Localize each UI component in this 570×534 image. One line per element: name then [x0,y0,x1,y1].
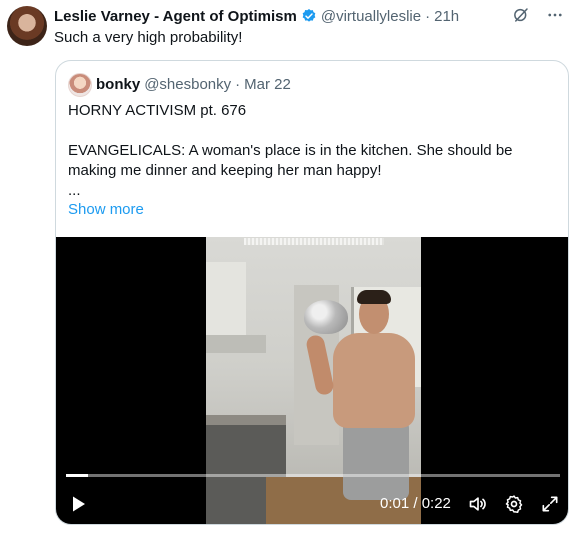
quoted-line: HORNY ACTIVISM pt. 676 [68,102,247,119]
volume-icon[interactable] [468,494,488,514]
quoted-ellipsis: ... [68,182,81,199]
grok-icon[interactable] [512,6,530,24]
settings-gear-icon[interactable] [504,494,524,514]
quoted-author-handle[interactable]: @shesbonky [144,76,231,93]
fullscreen-icon[interactable] [540,494,560,514]
quoted-line: EVANGELICALS: A woman's place is in the … [68,142,513,159]
play-icon[interactable] [68,494,88,514]
more-icon[interactable] [546,6,564,24]
video-player[interactable]: 0:01 / 0:22 [56,237,568,524]
quoted-header: bonky @shesbonky · Mar 22 [96,74,291,94]
quoted-text: HORNY ACTIVISM pt. 676 EVANGELICALS: A w… [68,101,558,201]
quoted-line: making me dinner and keeping her man hap… [68,162,382,179]
tweet-actions-top [512,6,564,24]
person-legs [343,420,409,500]
separator-dot: · [235,75,241,93]
quoted-tweet[interactable]: bonky @shesbonky · Mar 22 HORNY ACTIVISM… [55,60,569,525]
video-frame [206,237,421,524]
video-progress-bar[interactable] [66,474,560,477]
separator-dot: · [425,7,431,25]
tweet-text: Such a very high probability! [54,29,243,46]
person-torso [333,333,415,428]
video-time: 0:01 / 0:22 [380,495,451,512]
author-avatar[interactable] [7,6,47,46]
author-name[interactable]: Leslie Varney - Agent of Optimism [54,8,297,25]
tweet-header: Leslie Varney - Agent of Optimism @virtu… [54,5,459,27]
quoted-author-name[interactable]: bonky [96,76,140,93]
quoted-blank-line [68,121,558,141]
quoted-date[interactable]: Mar 22 [244,76,291,93]
range-hood [206,335,266,353]
quoted-author-avatar[interactable] [68,73,92,97]
show-more-link[interactable]: Show more [68,201,144,218]
author-handle[interactable]: @virtuallyleslie [321,8,421,25]
tweet-time[interactable]: 21h [434,8,459,25]
verified-badge-icon [301,8,317,24]
mixing-bowl [304,300,348,334]
video-progress-fill [66,474,89,477]
counter-top [206,415,286,425]
video-caption-overlay [244,238,384,245]
person-hair [357,290,391,304]
